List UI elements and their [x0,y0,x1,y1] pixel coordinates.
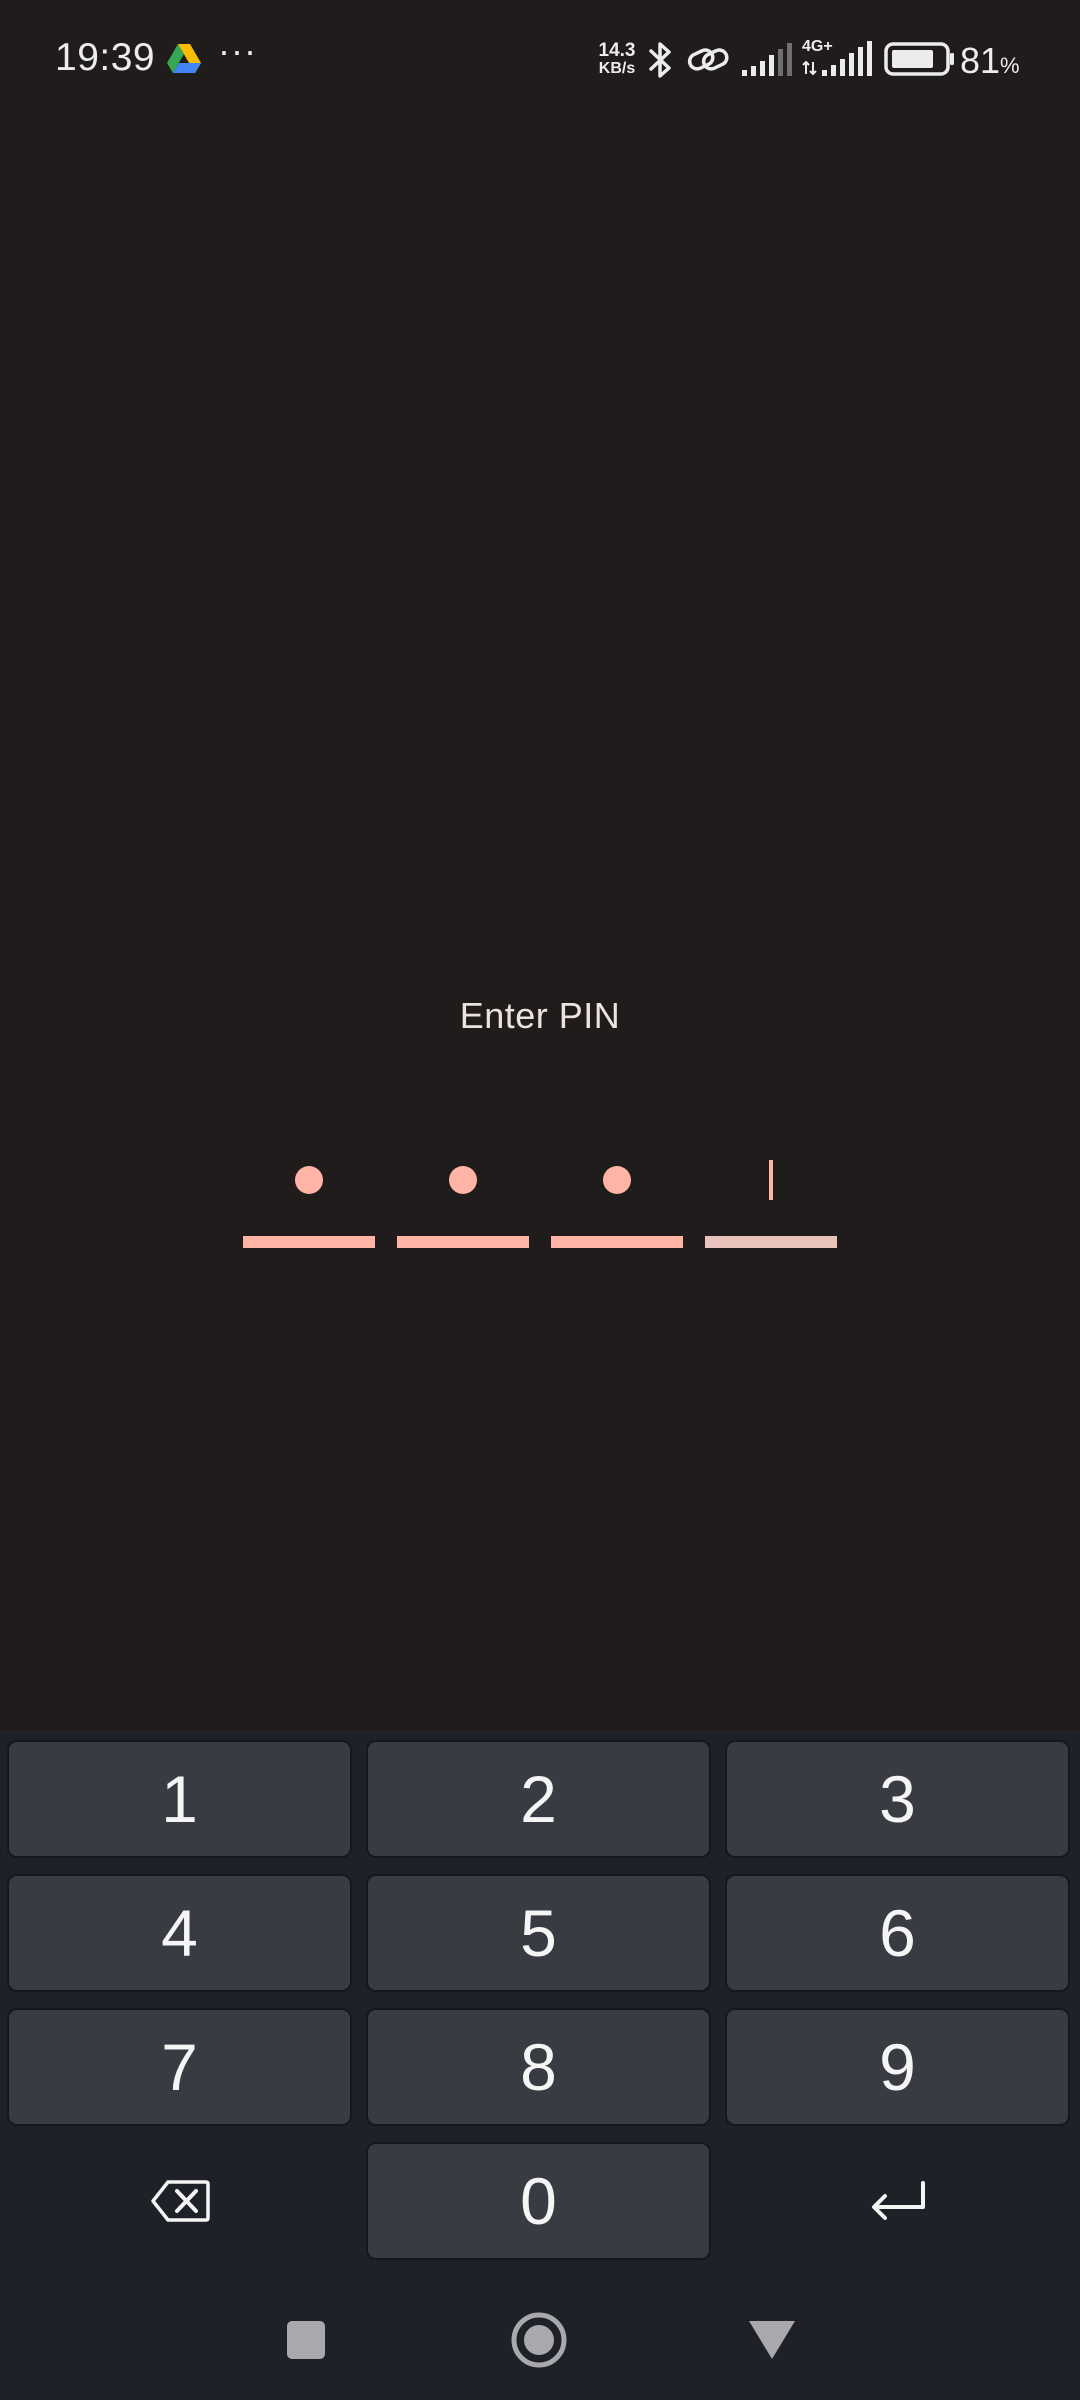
enter-key[interactable] [725,2142,1070,2260]
backspace-icon [150,2180,210,2222]
key-9[interactable]: 9 [725,2008,1070,2126]
pin-slot-underline [397,1236,529,1248]
key-0[interactable]: 0 [366,2142,711,2260]
pin-entry-screen: 19:39 ··· 14.3 KB/s 4G+ 81% Enter PIN 1 … [0,0,1080,2400]
status-bar: 19:39 ··· 14.3 KB/s 4G+ 81% [0,0,1080,120]
text-cursor [769,1160,773,1200]
pin-slot-underline [705,1236,837,1248]
bluetooth-icon [649,42,671,78]
pin-slot-3 [551,1140,683,1248]
recents-button[interactable] [246,2280,366,2400]
pin-slot-4 [705,1140,837,1248]
battery-icon [884,42,954,76]
link-icon [687,48,729,71]
key-1[interactable]: 1 [7,1740,352,1858]
pin-slot-underline [243,1236,375,1248]
network-speed-value: 14.3 [598,40,636,61]
key-8[interactable]: 8 [366,2008,711,2126]
pin-slot-underline [551,1236,683,1248]
pin-title: Enter PIN [459,995,621,1036]
enter-icon [871,2181,925,2220]
network-speed-unit: KB/s [598,60,636,77]
pin-slot-1 [243,1140,375,1248]
home-button[interactable] [479,2280,599,2400]
network-speed: 14.3 KB/s [592,40,642,78]
signal-icon [742,43,792,76]
recents-square-icon [287,2321,325,2359]
back-button[interactable] [712,2280,832,2400]
key-6[interactable]: 6 [725,1874,1070,1992]
battery-percentage: 81% [960,40,1020,82]
backspace-key[interactable] [7,2142,352,2260]
pin-filled-dot [449,1166,477,1194]
key-4[interactable]: 4 [7,1874,352,1992]
google-drive-icon [167,44,201,73]
more-notifications-icon: ··· [218,30,257,71]
key-5[interactable]: 5 [366,1874,711,1992]
pin-filled-dot [295,1166,323,1194]
back-triangle-icon [749,2321,795,2359]
signal-4g-icon: 4G+ [802,38,874,78]
pin-slot-2 [397,1140,529,1248]
pin-filled-dot [603,1166,631,1194]
navigation-bar [0,2280,1080,2400]
status-time: 19:39 [55,36,156,79]
key-7[interactable]: 7 [7,2008,352,2126]
battery-value: 81 [960,40,1001,81]
battery-unit: % [1000,53,1020,78]
key-3[interactable]: 3 [725,1740,1070,1858]
key-2[interactable]: 2 [366,1740,711,1858]
home-circle-icon [511,2312,567,2368]
numeric-keyboard: 1 2 3 4 5 6 7 8 9 0 [0,1730,1080,2280]
